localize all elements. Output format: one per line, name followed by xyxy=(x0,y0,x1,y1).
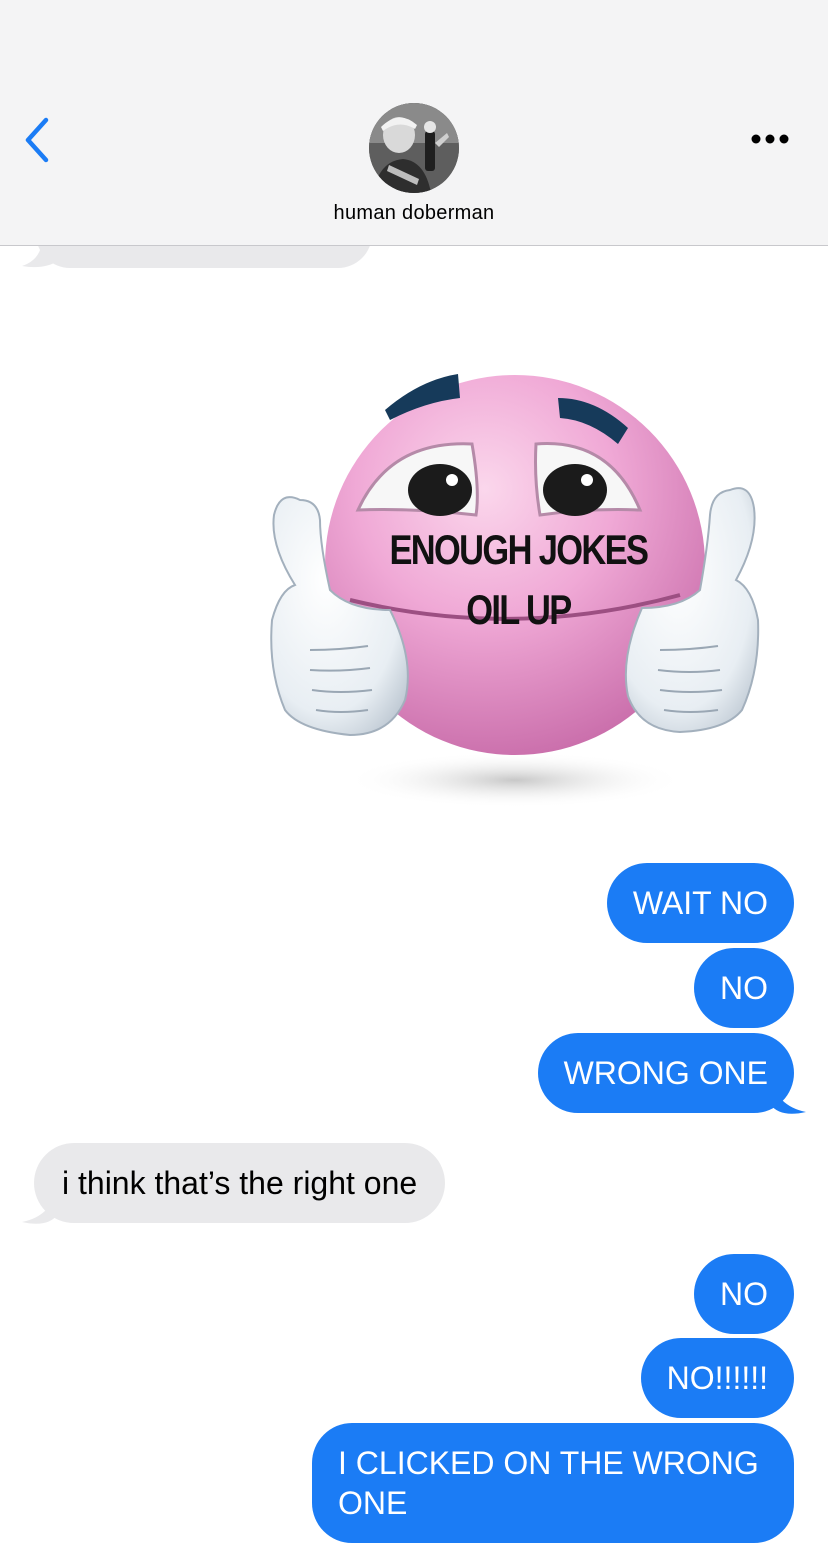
outgoing-message[interactable]: I CLICKED ON THE WRONG ONE xyxy=(312,1423,794,1543)
outgoing-message[interactable]: WRONG ONE xyxy=(537,1033,794,1113)
sticker-image[interactable]: ENOUGH JOKES OIL UP xyxy=(240,340,800,840)
incoming-message[interactable]: i think that’s the right one xyxy=(34,1143,446,1223)
contact-avatar[interactable] xyxy=(369,103,459,193)
back-button[interactable] xyxy=(18,114,62,166)
outgoing-message[interactable]: WAIT NO xyxy=(606,863,794,943)
outgoing-message[interactable]: NO!!!!!! xyxy=(640,1338,794,1418)
sticker-caption-line-1: ENOUGH JOKES xyxy=(389,526,648,573)
contact-name[interactable]: human doberman xyxy=(0,202,828,225)
more-options-button[interactable] xyxy=(748,126,796,152)
ellipsis-icon xyxy=(751,134,789,144)
sticker-caption-line-2: OIL UP xyxy=(466,586,572,633)
outgoing-message[interactable]: NO xyxy=(694,1254,794,1334)
avatar-photo xyxy=(369,103,459,193)
outgoing-message[interactable]: NO xyxy=(694,948,794,1028)
conversation-header: human doberman xyxy=(0,0,828,246)
chevron-left-icon xyxy=(25,117,49,163)
